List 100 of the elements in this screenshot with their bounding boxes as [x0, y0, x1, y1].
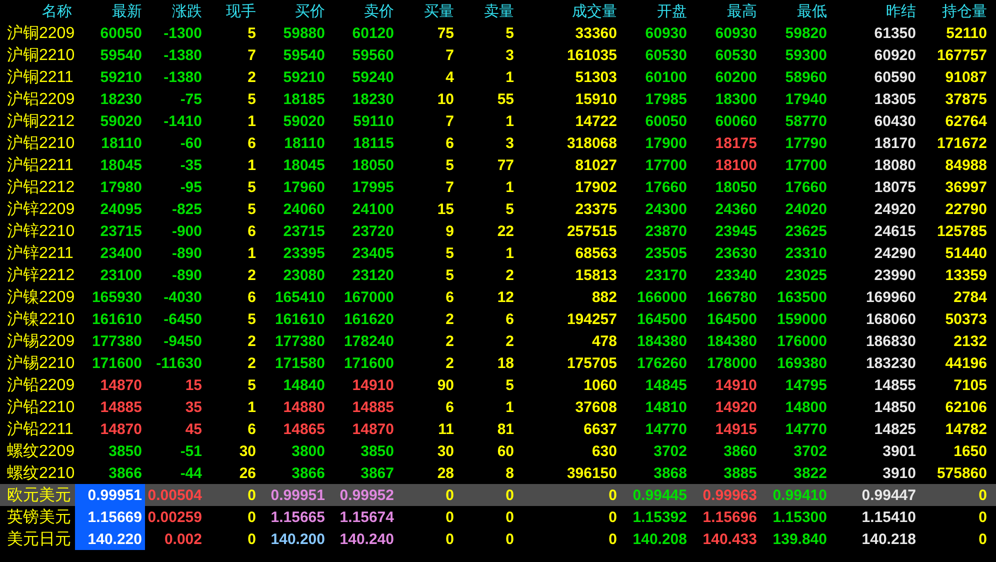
table-cell: 11 [438, 422, 454, 436]
quote-row[interactable]: 沪铝2212 17980 -95 5 17960 17995 7 1 17902 17660 18050 17660 18075 36997 [0, 176, 996, 198]
table-cell: 0 [608, 488, 617, 502]
column-header[interactable]: 卖量 [457, 0, 517, 22]
table-cell: 0 [978, 488, 987, 502]
column-header[interactable]: 最高 [690, 0, 760, 22]
contract-name: 螺纹2209 [6, 442, 75, 462]
quote-row[interactable]: 沪锌2210 23715 -900 6 23715 23720 9 22 257515 23870 23945 23625 24615 125785 [0, 220, 996, 242]
quote-row[interactable]: 沪铅2210 14885 35 1 14880 14885 6 1 37608 14810 14920 14800 14850 62106 [0, 396, 996, 418]
quote-row[interactable]: 沪铜2211 59210 -1380 2 59210 59240 4 1 51303 60100 60200 58960 60590 91087 [0, 66, 996, 88]
table-cell: 81027 [575, 158, 617, 172]
column-header[interactable]: 持仓量 [919, 0, 990, 22]
quote-row[interactable]: 沪铜2212 59020 -1410 1 59020 59110 7 1 14722 60050 60060 58770 60430 62764 [0, 110, 996, 132]
table-cell: 2 [446, 312, 454, 326]
table-cell: 176260 [636, 356, 687, 370]
column-header[interactable]: 昨结 [830, 0, 919, 22]
column-header[interactable]: 涨跌 [145, 0, 205, 22]
table-cell: 18080 [874, 158, 916, 172]
table-cell: 18115 [353, 136, 394, 150]
table-cell: 14920 [715, 400, 757, 414]
column-header[interactable]: 成交量 [517, 0, 620, 22]
quote-row[interactable]: 螺纹2209 3850 -51 30 3800 3850 30 60 630 3702 3860 3702 3901 1650 [0, 440, 996, 462]
table-cell: 18075 [874, 180, 916, 194]
quote-row[interactable]: 沪铅2209 14870 15 5 14840 14910 90 5 1060 14845 14910 14795 14855 7105 [0, 374, 996, 396]
table-cell: 0 [248, 488, 256, 502]
table-cell: 6 [248, 290, 256, 304]
table-cell: 0 [248, 532, 256, 546]
table-cell: 45 [185, 422, 202, 436]
table-cell: 30 [437, 444, 454, 458]
table-cell: 14782 [945, 422, 987, 436]
column-header[interactable]: 买量 [397, 0, 457, 22]
table-cell: 37608 [575, 400, 617, 414]
quote-row[interactable]: 螺纹2210 3866 -44 26 3866 3867 28 8 396150 3868 3885 3822 3910 575860 [0, 462, 996, 484]
table-cell: 37875 [945, 92, 987, 106]
table-cell: 90 [437, 378, 454, 392]
table-cell: 178240 [344, 334, 394, 348]
quote-row[interactable]: 欧元美元 0.99951 0.00504 0 0.99951 0.99952 0 0 0 0.99445 0.99963 0.99410 0.99447 0 [0, 484, 996, 506]
quote-row[interactable]: 沪镍2210 161610 -6450 5 161610 161620 2 6 194257 164500 164500 159000 168060 50373 [0, 308, 996, 330]
table-cell: 2 [248, 70, 256, 84]
table-cell: -1410 [164, 114, 202, 128]
table-cell: 13359 [945, 268, 987, 282]
quote-row[interactable]: 沪铜2210 59540 -1380 7 59540 59560 7 3 161035 60530 60530 59300 60920 167757 [0, 44, 996, 66]
table-cell: 24300 [645, 202, 687, 216]
quote-row[interactable]: 沪锡2210 171600 -11630 2 171580 171600 2 18 175705 176260 178000 169380 183230 44196 [0, 352, 996, 374]
quote-row[interactable]: 沪铜2209 60050 -1300 5 59880 60120 75 5 33360 60930 60930 59820 61350 52110 [0, 22, 996, 44]
quote-row[interactable]: 沪铝2209 18230 -75 5 18185 18230 10 55 15910 17985 18300 17940 18305 37875 [0, 88, 996, 110]
table-cell: 23505 [645, 246, 687, 260]
table-cell: 51303 [575, 70, 617, 84]
table-cell: -35 [180, 158, 202, 172]
table-cell: 0 [446, 532, 454, 546]
quote-row[interactable]: 沪锡2209 177380 -9450 2 177380 178240 2 2 478 184380 184380 176000 186830 2132 [0, 330, 996, 352]
table-cell: 23715 [100, 224, 142, 238]
quote-row[interactable]: 沪镍2209 165930 -4030 6 165410 167000 6 12 882 166000 166780 163500 169960 2784 [0, 286, 996, 308]
table-cell: 1.15392 [632, 510, 687, 524]
contract-name: 沪铅2210 [6, 398, 75, 418]
quote-row[interactable]: 英镑美元 1.15669 0.00259 0 1.15665 1.15674 0 0 0 1.15392 1.15696 1.15300 1.15410 0 [0, 506, 996, 528]
table-cell: 171580 [274, 356, 325, 370]
quote-row[interactable]: 沪铅2211 14870 45 6 14865 14870 11 81 6637 14770 14915 14770 14825 14782 [0, 418, 996, 440]
table-cell: 0 [978, 510, 987, 524]
table-cell: 18305 [874, 92, 916, 106]
column-header[interactable]: 买价 [259, 0, 328, 22]
column-header[interactable]: 最低 [760, 0, 830, 22]
table-cell: 0.99410 [772, 488, 827, 502]
table-cell: 23310 [785, 246, 827, 260]
quote-row[interactable]: 沪铝2210 18110 -60 6 18110 18115 6 3 318068 17900 18175 17790 18170 171672 [0, 132, 996, 154]
table-cell: 140.218 [862, 532, 916, 546]
contract-name: 沪铝2210 [6, 134, 75, 154]
table-cell: 0 [506, 510, 514, 524]
table-cell: 59210 [283, 70, 325, 84]
quote-row[interactable]: 沪锌2211 23400 -890 1 23395 23405 5 1 68563 23505 23630 23310 24290 51440 [0, 242, 996, 264]
table-cell: 5 [248, 378, 256, 392]
table-cell: 6 [248, 422, 256, 436]
table-cell: 3800 [292, 444, 325, 458]
quote-row[interactable]: 沪锌2209 24095 -825 5 24060 24100 15 5 23375 24300 24360 24020 24920 22790 [0, 198, 996, 220]
column-header[interactable]: 名称 [0, 0, 75, 22]
column-header[interactable]: 卖价 [328, 0, 397, 22]
column-header[interactable]: 开盘 [620, 0, 690, 22]
table-cell: 7 [446, 180, 454, 194]
table-cell: 1.15665 [270, 510, 325, 524]
table-cell: 177380 [92, 334, 142, 348]
table-cell: 2 [248, 334, 256, 348]
table-cell: 58770 [785, 114, 827, 128]
table-cell: 18230 [100, 92, 142, 106]
column-header[interactable]: 现手 [205, 0, 259, 22]
column-header[interactable]: 最新 [75, 0, 145, 22]
table-cell: 36997 [945, 180, 987, 194]
contract-name: 沪铝2212 [6, 178, 75, 198]
table-cell: 3 [506, 48, 514, 62]
quote-row[interactable]: 沪锌2212 23100 -890 2 23080 23120 5 2 15813 23170 23340 23025 23990 13359 [0, 264, 996, 286]
table-cell: 23625 [785, 224, 827, 238]
quote-row[interactable]: 沪铝2211 18045 -35 1 18045 18050 5 77 81027 17700 18100 17700 18080 84988 [0, 154, 996, 176]
table-cell: 1060 [584, 378, 617, 392]
table-cell: 166000 [636, 290, 687, 304]
table-cell: 60920 [874, 48, 916, 62]
table-cell: 6 [248, 224, 256, 238]
quote-row[interactable]: 美元日元 140.220 0.002 0 140.200 140.240 0 0 0 140.208 140.433 139.840 140.218 0 [0, 528, 996, 550]
table-cell: 3 [506, 136, 514, 150]
table-cell: 60120 [352, 26, 394, 40]
table-cell: 167757 [936, 48, 987, 62]
table-cell: 8 [506, 466, 514, 480]
